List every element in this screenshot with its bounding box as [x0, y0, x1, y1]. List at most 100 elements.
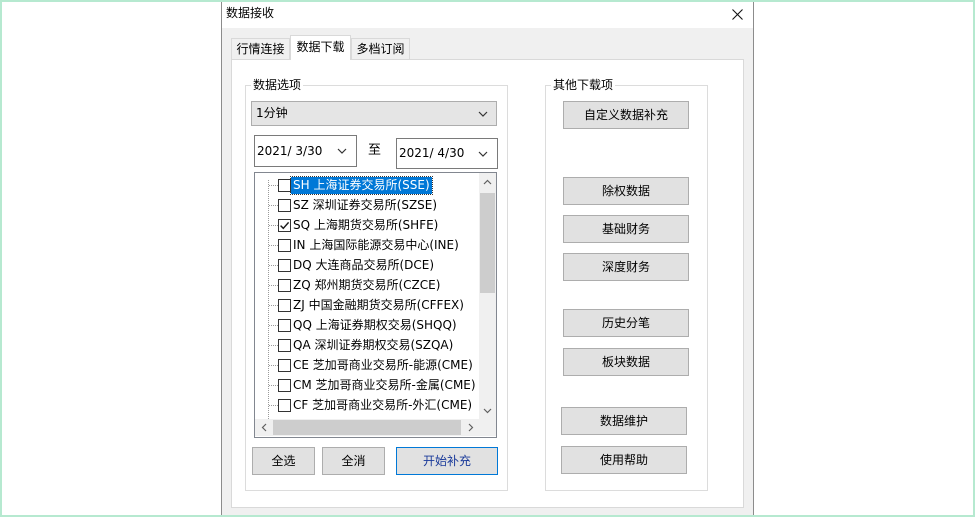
market-item[interactable]: SH 上海证券交易所(SSE): [255, 175, 479, 195]
market-label: DQ 大连商品交易所(DCE): [293, 258, 435, 272]
tree-connector-line: [269, 405, 278, 406]
tab-quote-connection[interactable]: 行情连接: [231, 38, 290, 59]
market-checkbox[interactable]: [278, 379, 291, 392]
market-item[interactable]: ZQ 郑州期货交易所(CZCE): [255, 275, 479, 295]
group-label: 数据选项: [251, 77, 304, 93]
tree-connector-line: [269, 185, 278, 186]
start-supplement-button[interactable]: 开始补充: [396, 447, 498, 475]
title-bar: 数据接收: [222, 0, 753, 28]
chevron-down-icon[interactable]: [337, 148, 347, 154]
date-range-separator: 至: [368, 143, 382, 158]
market-label: ZQ 郑州期货交易所(CZCE): [293, 278, 441, 292]
tree-connector-line: [269, 285, 278, 286]
tab-label: 行情连接: [236, 42, 285, 56]
market-item[interactable]: ZJ 中国金融期货交易所(CFFEX): [255, 295, 479, 315]
horizontal-scrollbar[interactable]: [255, 419, 479, 436]
data-receive-dialog: 数据接收 行情连接 数据下载 多档订阅 数据选项 1分钟 2021/ 3/30 …: [221, 0, 754, 517]
market-item[interactable]: CM 芝加哥商业交易所-金属(CME): [255, 375, 479, 395]
chevron-down-icon[interactable]: [478, 151, 488, 157]
market-label: IN 上海国际能源交易中心(INE): [293, 238, 459, 252]
market-label: CF 芝加哥商业交易所-外汇(CME): [293, 398, 473, 412]
market-checkbox[interactable]: [278, 199, 291, 212]
tab-data-download[interactable]: 数据下载: [290, 35, 351, 60]
group-label: 其他下载项: [551, 77, 616, 93]
tree-connector-line: [269, 385, 278, 386]
market-list: SH 上海证券交易所(SSE) SZ 深圳证券交易所(SZSE) SQ 上海期货交易…: [255, 173, 479, 419]
tree-connector-line: [269, 365, 278, 366]
close-icon: [731, 8, 743, 20]
market-checkbox[interactable]: [278, 219, 291, 232]
market-label: SQ 上海期货交易所(SHFE): [293, 218, 439, 232]
basic-finance-button[interactable]: 基础财务: [563, 215, 689, 243]
scroll-down-button[interactable]: [479, 402, 496, 419]
chevron-down-icon: [483, 408, 492, 413]
market-item[interactable]: DQ 大连商品交易所(DCE): [255, 255, 479, 275]
market-checkbox[interactable]: [278, 319, 291, 332]
chevron-left-icon: [261, 423, 266, 432]
tree-connector-line: [269, 345, 278, 346]
market-checkbox[interactable]: [278, 399, 291, 412]
deep-finance-button[interactable]: 深度财务: [563, 253, 689, 281]
date-from-value: 2021/ 3/30: [257, 144, 323, 158]
market-item[interactable]: SQ 上海期货交易所(SHFE): [255, 215, 479, 235]
market-item[interactable]: IN 上海国际能源交易中心(INE): [255, 235, 479, 255]
tab-label: 多档订阅: [356, 42, 405, 56]
tab-depth-subscription[interactable]: 多档订阅: [351, 38, 410, 59]
market-checkbox[interactable]: [278, 239, 291, 252]
select-all-button[interactable]: 全选: [252, 447, 315, 475]
date-to-value: 2021/ 4/30: [399, 146, 465, 160]
clear-all-button[interactable]: 全消: [322, 447, 385, 475]
other-downloads-group: 其他下载项 自定义数据补充 除权数据 基础财务 深度财务 历史分笔 板块数据 数…: [545, 77, 708, 491]
market-item[interactable]: SZ 深圳证券交易所(SZSE): [255, 195, 479, 215]
tree-connector-line: [269, 205, 278, 206]
data-maintenance-button[interactable]: 数据维护: [561, 407, 687, 435]
tab-panel-data-download: 数据选项 1分钟 2021/ 3/30 至 2021/ 4/30 SH 上海证券…: [231, 59, 744, 508]
market-item[interactable]: CF 芝加哥商业交易所-外汇(CME): [255, 395, 479, 415]
date-from-picker[interactable]: 2021/ 3/30: [254, 135, 357, 167]
market-item[interactable]: QA 深圳证券期权交易(SZQA): [255, 335, 479, 355]
market-label: QA 深圳证券期权交易(SZQA): [293, 338, 454, 352]
date-to-picker[interactable]: 2021/ 4/30: [396, 138, 498, 169]
custom-supplement-button[interactable]: 自定义数据补充: [563, 101, 689, 129]
market-checkbox[interactable]: [278, 339, 291, 352]
market-checkbox[interactable]: [278, 259, 291, 272]
tick-history-button[interactable]: 历史分笔: [563, 309, 689, 337]
tab-label: 数据下载: [296, 40, 345, 54]
chevron-up-icon: [483, 179, 492, 184]
period-select[interactable]: 1分钟: [251, 101, 497, 126]
tree-connector-line: [269, 325, 278, 326]
market-tree[interactable]: SH 上海证券交易所(SSE) SZ 深圳证券交易所(SZSE) SQ 上海期货交易…: [254, 172, 497, 438]
market-label: CE 芝加哥商业交易所-能源(CME): [293, 358, 473, 372]
ex-rights-data-button[interactable]: 除权数据: [563, 177, 689, 205]
market-label: SZ 深圳证券交易所(SZSE): [293, 198, 438, 212]
market-checkbox[interactable]: [278, 359, 291, 372]
scroll-up-button[interactable]: [479, 173, 496, 190]
market-label: QQ 上海证券期权交易(SHQQ): [293, 318, 457, 332]
horizontal-scroll-thumb[interactable]: [273, 420, 461, 435]
chevron-down-icon: [478, 111, 488, 117]
scrollbar-corner: [479, 419, 496, 436]
market-item[interactable]: CE 芝加哥商业交易所-能源(CME): [255, 355, 479, 375]
window-title: 数据接收: [226, 6, 275, 20]
chevron-right-icon: [468, 423, 473, 432]
scroll-right-button[interactable]: [462, 419, 479, 436]
vertical-scrollbar[interactable]: [479, 173, 496, 419]
market-checkbox[interactable]: [278, 279, 291, 292]
data-options-group: 数据选项 1分钟 2021/ 3/30 至 2021/ 4/30 SH 上海证券…: [245, 77, 508, 491]
market-checkbox[interactable]: [278, 179, 291, 192]
period-value: 1分钟: [256, 106, 288, 120]
market-item[interactable]: QQ 上海证券期权交易(SHQQ): [255, 315, 479, 335]
tree-connector-line: [269, 245, 278, 246]
tree-connector-line: [269, 305, 278, 306]
sector-data-button[interactable]: 板块数据: [563, 348, 689, 376]
scroll-left-button[interactable]: [255, 419, 272, 436]
market-checkbox[interactable]: [278, 299, 291, 312]
help-button[interactable]: 使用帮助: [561, 446, 687, 474]
market-label: CM 芝加哥商业交易所-金属(CME): [293, 378, 476, 392]
checkmark-icon: [280, 221, 290, 230]
market-label: ZJ 中国金融期货交易所(CFFEX): [293, 298, 464, 312]
tree-connector-line: [269, 225, 278, 226]
vertical-scroll-thumb[interactable]: [480, 193, 495, 293]
market-label: SH 上海证券交易所(SSE): [290, 176, 433, 195]
close-button[interactable]: [721, 0, 753, 28]
